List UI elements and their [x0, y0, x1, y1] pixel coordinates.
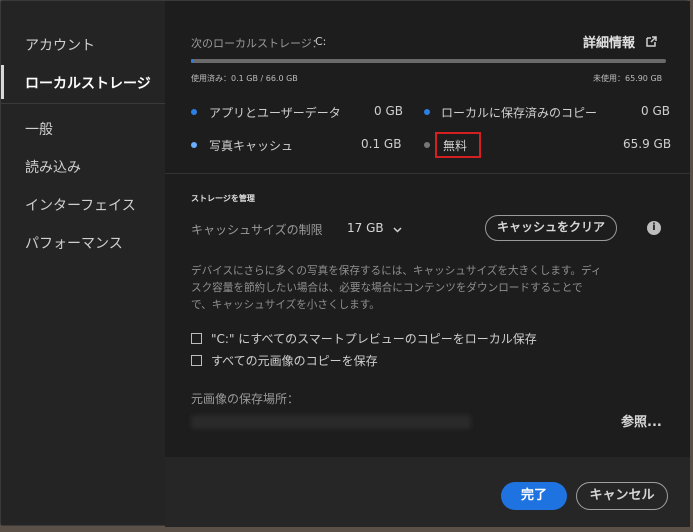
sidebar-divider — [1, 103, 165, 104]
free-space-label: 無料 — [443, 139, 468, 153]
local-copies-dot — [424, 109, 430, 115]
save-originals-checkbox-label[interactable]: すべての元画像のコピーを保存 — [211, 352, 378, 369]
local-copies-label: ローカルに保存済みのコピー — [441, 106, 598, 120]
storage-drive-name: C: — [315, 35, 327, 48]
local-storage-panel: 次のローカルストレージ： C: 詳細情報 使用済み：0.1 GB / 66.0 … — [165, 1, 690, 457]
originals-location-label: 元画像の保存場所： — [191, 392, 300, 406]
app-user-data-label: アプリとユーザーデータ — [209, 106, 341, 120]
cache-limit-value: 17 GB — [347, 221, 384, 235]
cache-description-line-1: デバイスにさらに多くの写真を保存するには、キャッシュサイズを大きくします。ディ — [191, 265, 602, 277]
details-link[interactable]: 詳細情報 — [583, 32, 657, 51]
save-originals-checkbox[interactable] — [191, 355, 202, 366]
sidebar-item-performance[interactable]: パフォーマンス — [25, 233, 123, 253]
sidebar-item-import[interactable]: 読み込み — [25, 157, 81, 177]
chevron-down-icon — [393, 222, 402, 236]
cache-limit-label: キャッシュサイズの制限 — [191, 223, 323, 237]
browse-link[interactable]: 参照... — [621, 411, 662, 430]
external-link-icon — [645, 36, 657, 51]
sidebar-item-account[interactable]: アカウント — [25, 35, 95, 55]
storage-drive-label: 次のローカルストレージ： — [191, 37, 323, 50]
storage-usage-fill — [191, 59, 193, 63]
sidebar: アカウント ローカルストレージ 一般 読み込み インターフェイス パフォーマンス — [1, 1, 165, 525]
manage-storage-heading: ストレージを管理 — [191, 194, 255, 203]
clear-cache-button[interactable]: キャッシュをクリア — [485, 215, 617, 241]
storage-used-text: 使用済み：0.1 GB / 66.0 GB — [191, 74, 298, 83]
cache-description: デバイスにさらに多くの写真を保存するには、キャッシュサイズを大きくします。ディ … — [191, 263, 602, 314]
app-user-data-dot — [191, 109, 197, 115]
sidebar-item-interface[interactable]: インターフェイス — [25, 195, 136, 215]
storage-unused-text: 未使用：65.90 GB — [593, 74, 663, 83]
originals-location-path — [191, 415, 471, 429]
sidebar-item-general[interactable]: 一般 — [25, 119, 53, 139]
photo-cache-dot — [191, 142, 197, 148]
done-button[interactable]: 完了 — [501, 482, 567, 510]
cancel-button[interactable]: キャンセル — [576, 482, 668, 510]
storage-usage-bar — [191, 59, 666, 63]
info-icon[interactable]: i — [647, 221, 661, 235]
free-space-value: 65.9 GB — [623, 137, 672, 151]
smart-previews-checkbox[interactable] — [191, 333, 202, 344]
dialog-footer: 完了 キャンセル — [165, 457, 690, 527]
app-user-data-value: 0 GB — [374, 104, 403, 118]
photo-cache-label: 写真キャッシュ — [209, 139, 294, 153]
cache-description-line-2: スク容量を節約したい場合は、必要な場合にコンテンツをダウンロードすることで — [191, 282, 583, 294]
cache-description-line-3: で、キャッシュサイズを小さくします。 — [191, 299, 380, 311]
sidebar-item-local-storage[interactable]: ローカルストレージ — [25, 73, 151, 93]
free-space-dot — [424, 142, 430, 148]
smart-previews-checkbox-label[interactable]: "C:" にすべてのスマートプレビューのコピーをローカル保存 — [211, 330, 537, 347]
details-link-label: 詳細情報 — [583, 36, 636, 51]
local-copies-value: 0 GB — [641, 104, 670, 118]
cache-limit-dropdown[interactable]: 17 GB — [347, 221, 402, 236]
section-divider — [165, 173, 690, 174]
preferences-dialog: アカウント ローカルストレージ 一般 読み込み インターフェイス パフォーマンス… — [0, 0, 690, 527]
photo-cache-value: 0.1 GB — [361, 137, 402, 151]
sidebar-active-indicator — [1, 65, 4, 99]
